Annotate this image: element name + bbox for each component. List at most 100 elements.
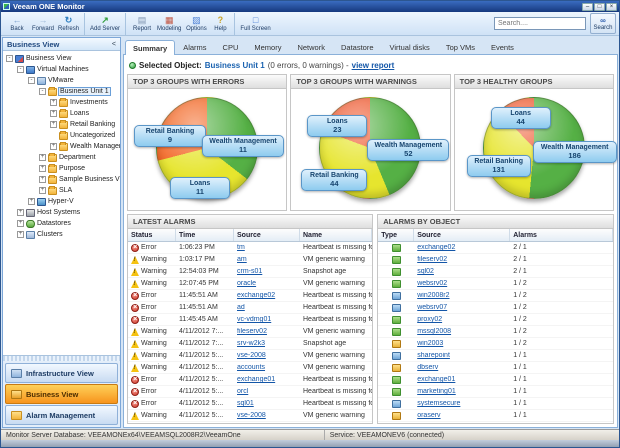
tab[interactable]: Memory bbox=[246, 39, 289, 54]
alarm-row[interactable]: Warning 4/11/2012 5:... vse-2008 VM gene… bbox=[128, 410, 373, 422]
tree-expand-toggle[interactable]: + bbox=[17, 209, 24, 216]
view-report-link[interactable]: view report bbox=[352, 61, 395, 70]
tree-expand-toggle[interactable]: + bbox=[50, 121, 57, 128]
object-row[interactable]: systemsecure 1 / 1 bbox=[378, 398, 613, 410]
object-row[interactable]: websrv02 1 / 2 bbox=[378, 278, 613, 290]
tree-item[interactable]: + Department bbox=[3, 152, 120, 163]
alarm-row[interactable]: Error 1:06:23 PM tm Heartbeat is missing… bbox=[128, 242, 373, 254]
tree-expand-toggle[interactable]: + bbox=[28, 198, 35, 205]
tree-item[interactable]: + Hyper-V bbox=[3, 196, 120, 207]
object-row[interactable]: win2008r2 1 / 2 bbox=[378, 290, 613, 302]
object-row[interactable]: websrv07 1 / 2 bbox=[378, 302, 613, 314]
tree-item[interactable]: Uncategorized bbox=[3, 130, 120, 141]
maximize-button[interactable]: □ bbox=[594, 2, 605, 11]
tree-item[interactable]: + SLA bbox=[3, 185, 120, 196]
tree-expand-toggle[interactable]: - bbox=[28, 77, 35, 84]
tree-item[interactable]: + Wealth Management bbox=[3, 141, 120, 152]
tree-item[interactable]: + Clusters bbox=[3, 229, 120, 240]
tree-item[interactable]: + Loans bbox=[3, 108, 120, 119]
alarm-source-link[interactable]: vse-2008 bbox=[237, 352, 266, 359]
tree-expand-toggle[interactable]: + bbox=[39, 187, 46, 194]
toolbar-button[interactable]: Forward bbox=[30, 13, 56, 35]
tree-expand-toggle[interactable]: + bbox=[39, 154, 46, 161]
alarm-row[interactable]: Warning 4/11/2012 7:... fileserv02 VM ge… bbox=[128, 326, 373, 338]
alarm-row[interactable]: Warning 4/11/2012 5:... accounts VM gene… bbox=[128, 362, 373, 374]
toolbar-button[interactable]: Full Screen bbox=[238, 13, 272, 35]
object-source-link[interactable]: oraserv bbox=[417, 412, 440, 419]
object-row[interactable]: marketing01 1 / 1 bbox=[378, 386, 613, 398]
alarm-row[interactable]: Warning 4/11/2012 5:... vse-2008 VM gene… bbox=[128, 350, 373, 362]
object-source-link[interactable]: exchange01 bbox=[417, 376, 455, 383]
toolbar-button[interactable]: Modeling bbox=[155, 13, 183, 35]
selected-object-name[interactable]: Business Unit 1 bbox=[205, 61, 265, 70]
tree-item[interactable]: + Investments bbox=[3, 97, 120, 108]
alarm-source-link[interactable]: accounts bbox=[237, 364, 265, 371]
object-source-link[interactable]: websrv02 bbox=[417, 280, 447, 287]
alarm-row[interactable]: Error 11:45:51 AM exchange02 Heartbeat i… bbox=[128, 290, 373, 302]
close-button[interactable]: × bbox=[606, 2, 617, 11]
tab[interactable]: CPU bbox=[215, 39, 247, 54]
tree-expand-toggle[interactable]: + bbox=[39, 165, 46, 172]
tree-item[interactable]: + Purpose bbox=[3, 163, 120, 174]
alarm-row[interactable]: Error 4/11/2012 5:... sql01 Heartbeat is… bbox=[128, 398, 373, 410]
tree-item[interactable]: + Host Systems bbox=[3, 207, 120, 218]
toolbar-button[interactable]: Refresh bbox=[56, 12, 86, 35]
object-row[interactable]: sql02 2 / 1 bbox=[378, 266, 613, 278]
tree-item[interactable]: - Business View bbox=[3, 53, 120, 64]
object-row[interactable]: win2003 1 / 2 bbox=[378, 338, 613, 350]
alarm-source-link[interactable]: srv-w2k3 bbox=[237, 340, 265, 347]
tree-item[interactable]: + Sample Business View Categories bbox=[3, 174, 120, 185]
tree-item[interactable]: - Virtual Machines bbox=[3, 64, 120, 75]
tree-expand-toggle[interactable]: - bbox=[6, 55, 13, 62]
object-source-link[interactable]: sql02 bbox=[417, 268, 434, 275]
alarm-row[interactable]: Error 11:45:51 AM ad Heartbeat is missin… bbox=[128, 302, 373, 314]
tab[interactable]: Alarms bbox=[175, 39, 214, 54]
object-row[interactable]: exchange02 2 / 1 bbox=[378, 242, 613, 254]
object-source-link[interactable]: websrv07 bbox=[417, 304, 447, 311]
tree-expand-toggle[interactable] bbox=[50, 132, 57, 139]
collapse-sidebar-icon[interactable]: < bbox=[112, 41, 116, 48]
object-source-link[interactable]: systemsecure bbox=[417, 400, 460, 407]
tree-item[interactable]: - Business Unit 1 bbox=[3, 86, 120, 97]
column-header[interactable]: Source bbox=[234, 229, 300, 241]
alarm-row[interactable]: Warning 12:54:03 PM crm-s01 Snapshot age bbox=[128, 266, 373, 278]
tree-expand-toggle[interactable]: - bbox=[17, 66, 24, 73]
tab[interactable]: Top VMs bbox=[438, 39, 483, 54]
tree-expand-toggle[interactable]: + bbox=[50, 99, 57, 106]
search-input[interactable] bbox=[494, 17, 586, 30]
object-source-link[interactable]: dbserv bbox=[417, 364, 438, 371]
alarm-source-link[interactable]: tm bbox=[237, 244, 245, 251]
alarm-row[interactable]: Error 4/11/2012 5:... orcl Heartbeat is … bbox=[128, 386, 373, 398]
object-source-link[interactable]: proxy02 bbox=[417, 316, 442, 323]
toolbar-button[interactable]: Report bbox=[129, 13, 155, 35]
alarm-source-link[interactable]: sql01 bbox=[237, 400, 254, 407]
object-source-link[interactable]: marketing01 bbox=[417, 388, 456, 395]
alarm-source-link[interactable]: vse-2008 bbox=[237, 412, 266, 419]
tree-expand-toggle[interactable]: + bbox=[39, 176, 46, 183]
column-header[interactable]: Type bbox=[378, 229, 415, 241]
alarm-source-link[interactable]: exchange01 bbox=[237, 376, 275, 383]
alarm-source-link[interactable]: am bbox=[237, 256, 247, 263]
column-header[interactable]: Source bbox=[414, 229, 511, 241]
object-source-link[interactable]: sharepoint bbox=[417, 352, 450, 359]
object-source-link[interactable]: win2003 bbox=[417, 340, 443, 347]
object-row[interactable]: oraserv 1 / 1 bbox=[378, 410, 613, 422]
tree-expand-toggle[interactable]: - bbox=[39, 88, 46, 95]
alarm-row[interactable]: Warning 1:03:17 PM am VM generic warning bbox=[128, 254, 373, 266]
object-source-link[interactable]: exchange02 bbox=[417, 244, 455, 251]
alarm-row[interactable]: Warning 4/11/2012 7:... srv-w2k3 Snapsho… bbox=[128, 338, 373, 350]
toolbar-button[interactable]: Options bbox=[183, 13, 209, 35]
tab[interactable]: Virtual disks bbox=[382, 39, 438, 54]
toolbar-button[interactable]: Add Server bbox=[88, 12, 127, 35]
tab[interactable]: Network bbox=[289, 39, 333, 54]
view-switcher-button[interactable]: Alarm Management bbox=[5, 405, 118, 425]
tree-item[interactable]: + Datastores bbox=[3, 218, 120, 229]
alarm-source-link[interactable]: orcl bbox=[237, 388, 248, 395]
object-source-link[interactable]: fileserv02 bbox=[417, 256, 447, 263]
alarm-source-link[interactable]: exchange02 bbox=[237, 292, 275, 299]
alarm-source-link[interactable]: fileserv02 bbox=[237, 328, 267, 335]
tree-expand-toggle[interactable]: + bbox=[17, 220, 24, 227]
alarm-source-link[interactable]: vc-vdmg01 bbox=[237, 316, 271, 323]
tree-expand-toggle[interactable]: + bbox=[50, 143, 57, 150]
toolbar-button[interactable]: Help bbox=[209, 12, 236, 35]
